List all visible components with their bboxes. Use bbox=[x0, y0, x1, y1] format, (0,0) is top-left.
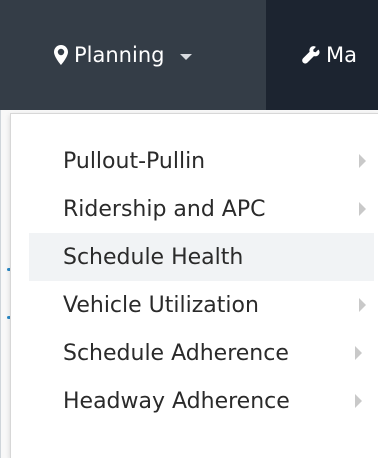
nav-ma-label: Ma bbox=[326, 43, 357, 67]
planning-menu-list: Pullout-Pullin Ridership and APC Schedul… bbox=[29, 137, 374, 425]
top-navbar: Planning Ma bbox=[0, 0, 378, 110]
menu-item-ridership-and-apc[interactable]: Ridership and APC bbox=[29, 185, 374, 233]
nav-item-maintenance-inner: Ma bbox=[266, 43, 357, 67]
menu-item-label: Schedule Health bbox=[63, 244, 244, 270]
map-marker-icon bbox=[54, 45, 68, 65]
menu-item-label: Ridership and APC bbox=[63, 196, 266, 222]
wrench-icon bbox=[302, 46, 320, 64]
nav-item-maintenance[interactable]: Ma bbox=[266, 0, 378, 110]
chevron-right-icon bbox=[359, 154, 366, 168]
nav-item-planning[interactable]: Planning bbox=[0, 0, 266, 110]
chevron-right-icon bbox=[355, 346, 362, 360]
menu-item-headway-adherence[interactable]: Headway Adherence bbox=[29, 377, 374, 425]
menu-item-schedule-adherence[interactable]: Schedule Adherence bbox=[29, 329, 374, 377]
menu-item-label: Headway Adherence bbox=[63, 388, 290, 414]
menu-item-pullout-pullin[interactable]: Pullout-Pullin bbox=[29, 137, 374, 185]
nav-planning-label: Planning bbox=[74, 43, 165, 67]
menu-item-label: Vehicle Utilization bbox=[63, 292, 259, 318]
chevron-right-icon bbox=[359, 202, 366, 216]
chevron-right-icon bbox=[355, 394, 362, 408]
menu-item-schedule-health[interactable]: Schedule Health bbox=[29, 233, 374, 281]
menu-item-label: Pullout-Pullin bbox=[63, 148, 206, 174]
page-left-border bbox=[0, 110, 1, 458]
menu-item-vehicle-utilization[interactable]: Vehicle Utilization bbox=[29, 281, 374, 329]
chevron-down-icon bbox=[180, 53, 193, 60]
menu-item-label: Schedule Adherence bbox=[63, 340, 289, 366]
chevron-right-icon bbox=[359, 298, 366, 312]
nav-item-planning-inner: Planning bbox=[0, 43, 193, 67]
planning-dropdown-menu: Pullout-Pullin Ridership and APC Schedul… bbox=[10, 113, 378, 458]
